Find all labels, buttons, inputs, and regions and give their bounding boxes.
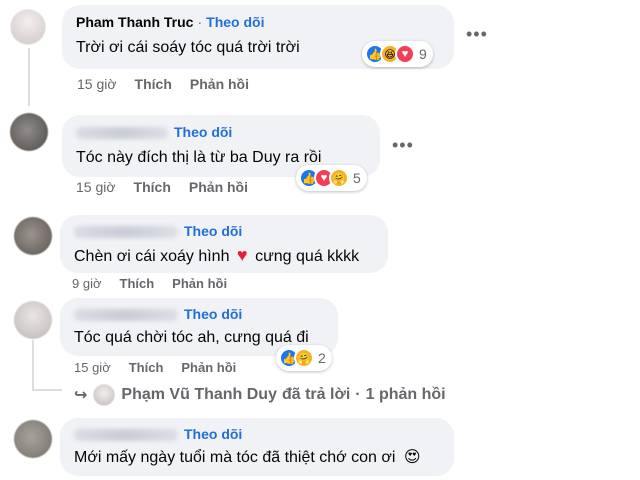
blurred-commenter-name bbox=[76, 127, 168, 140]
care-icon: 🤗 bbox=[294, 348, 314, 368]
timestamp[interactable]: 15 giờ bbox=[76, 179, 116, 195]
comment-text: Chèn ơi cái xoáy hình ♥ cưng quá kkkk bbox=[74, 243, 376, 269]
separator-dot: · bbox=[355, 386, 361, 403]
reaction-summary[interactable]: 👍 😆 ♥ 9 bbox=[362, 41, 433, 67]
reply-author-name[interactable]: Phạm Vũ Thanh Duy bbox=[121, 386, 277, 404]
comment-actions: 15 giờ Thích Phản hồi bbox=[77, 76, 267, 92]
heart-eyes-emoji-icon: 😍 bbox=[403, 449, 421, 466]
heart-emoji-icon: ♥ bbox=[236, 245, 248, 265]
timestamp[interactable]: 15 giờ bbox=[77, 76, 117, 92]
avatar[interactable] bbox=[10, 9, 46, 45]
thread-connector bbox=[32, 340, 34, 390]
avatar[interactable] bbox=[14, 420, 52, 458]
separator-dot: · bbox=[197, 14, 203, 30]
reply-author-avatar bbox=[93, 384, 116, 406]
avatar[interactable] bbox=[14, 301, 52, 339]
reaction-summary[interactable]: 👍 🤗 2 bbox=[276, 345, 332, 371]
like-button[interactable]: Thích bbox=[120, 276, 155, 291]
more-options-button[interactable]: ••• bbox=[392, 135, 414, 156]
more-options-button[interactable]: ••• bbox=[466, 24, 488, 45]
comment-bubble: Theo dõi Chèn ơi cái xoáy hình ♥ cưng qu… bbox=[60, 215, 388, 273]
comment-text: Mới mấy ngày tuổi mà tóc đã thiệt chớ co… bbox=[74, 446, 442, 470]
like-button[interactable]: Thích bbox=[129, 360, 164, 375]
reply-count[interactable]: 1 phản hồi bbox=[366, 386, 446, 404]
comment-actions: 15 giờ Thích Phản hồi bbox=[74, 360, 254, 375]
love-icon: ♥ bbox=[395, 44, 415, 64]
view-replies-link[interactable]: ↪ Phạm Vũ Thanh Duy đã trả lời · 1 phản … bbox=[74, 384, 446, 406]
follow-button[interactable]: Theo dõi bbox=[184, 426, 242, 442]
reaction-count: 5 bbox=[353, 170, 361, 186]
follow-button[interactable]: Theo dõi bbox=[184, 306, 242, 322]
reply-button[interactable]: Phản hồi bbox=[181, 360, 236, 375]
blurred-commenter-name bbox=[74, 309, 178, 322]
comment-text-part: Mới mấy ngày tuổi mà tóc đã thiệt chớ co… bbox=[74, 449, 396, 466]
reply-button[interactable]: Phản hồi bbox=[172, 276, 227, 291]
timestamp[interactable]: 15 giờ bbox=[74, 360, 111, 375]
reaction-count: 2 bbox=[318, 350, 326, 366]
reaction-summary[interactable]: 👍 ♥ 🤗 5 bbox=[296, 165, 367, 191]
follow-button[interactable]: Theo dõi bbox=[206, 14, 264, 30]
reply-arrow-icon: ↪ bbox=[74, 387, 88, 404]
blurred-commenter-name bbox=[74, 226, 178, 239]
follow-button[interactable]: Theo dõi bbox=[174, 124, 232, 140]
timestamp[interactable]: 9 giờ bbox=[72, 276, 102, 291]
follow-button[interactable]: Theo dõi bbox=[184, 223, 242, 239]
reply-button[interactable]: Phản hồi bbox=[190, 76, 249, 92]
reply-action-text: đã trả lời bbox=[281, 386, 351, 403]
comment-text-part: cưng quá kkkk bbox=[255, 248, 360, 265]
commenter-name[interactable]: Pham Thanh Truc bbox=[76, 14, 193, 30]
care-icon: 🤗 bbox=[329, 168, 349, 188]
reply-button[interactable]: Phản hồi bbox=[189, 179, 248, 195]
comment-actions: 9 giờ Thích Phản hồi bbox=[72, 276, 245, 291]
blurred-commenter-name bbox=[74, 429, 178, 442]
like-button[interactable]: Thích bbox=[135, 76, 172, 92]
avatar[interactable] bbox=[14, 217, 52, 255]
comment-bubble: Theo dõi Mới mấy ngày tuổi mà tóc đã thi… bbox=[60, 418, 454, 476]
like-button[interactable]: Thích bbox=[134, 179, 171, 195]
avatar[interactable] bbox=[10, 113, 48, 151]
thread-connector bbox=[28, 48, 30, 106]
reaction-count: 9 bbox=[419, 46, 427, 62]
comment-text-part: Chèn ơi cái xoáy hình bbox=[74, 248, 230, 265]
comment-actions: 15 giờ Thích Phản hồi bbox=[76, 179, 266, 195]
thread-connector bbox=[32, 389, 62, 391]
